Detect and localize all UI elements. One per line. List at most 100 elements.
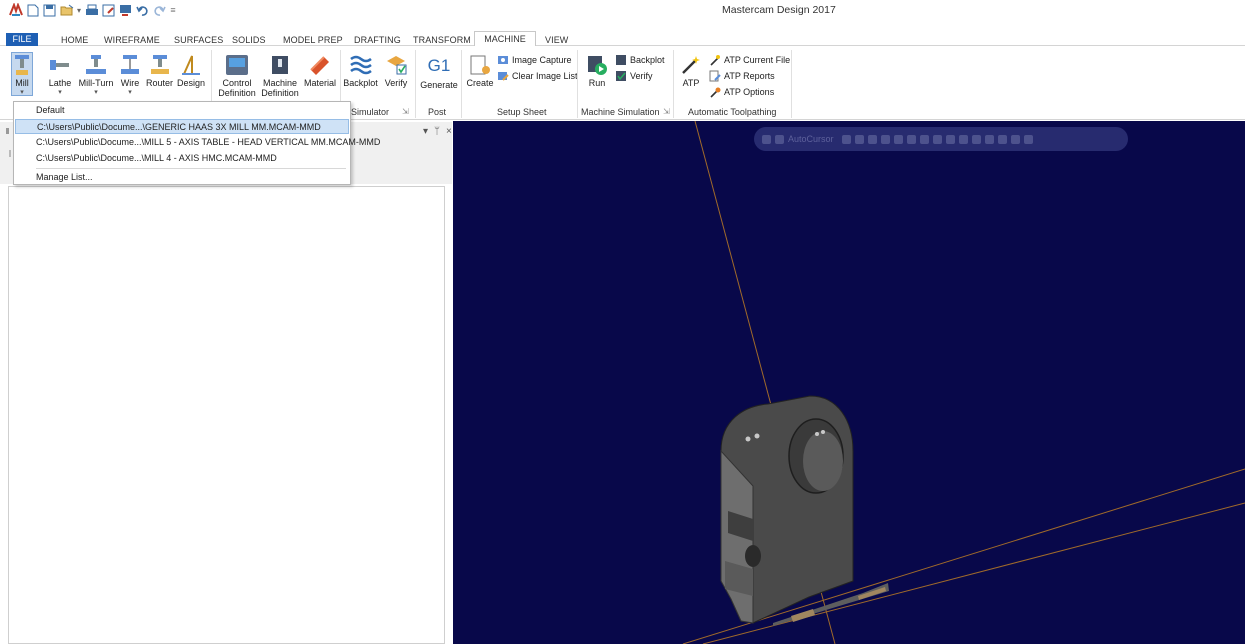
atp-button[interactable]: ATP [680, 54, 702, 88]
close-icon[interactable]: × [446, 126, 452, 137]
unselect-icon[interactable] [1023, 134, 1033, 144]
chain-icon[interactable] [893, 134, 903, 144]
tab-surfaces[interactable]: SURFACES [174, 34, 223, 46]
autocursor-label[interactable]: AutoCursor [788, 134, 834, 144]
tab-machine[interactable]: MACHINE [474, 31, 536, 47]
tab-file[interactable]: FILE [6, 33, 38, 46]
control-definition-button[interactable]: Control Definition [215, 54, 259, 98]
atp-current-file-button[interactable]: ATP Current File [709, 53, 790, 67]
tab-transform[interactable]: TRANSFORM [413, 34, 471, 46]
machine-definition-button[interactable]: Machine Definition [257, 54, 303, 98]
mill-icon [15, 55, 29, 75]
verify-button[interactable]: Verify [382, 54, 410, 88]
verify-icon [387, 56, 407, 75]
screen-icon[interactable] [118, 3, 133, 18]
dropdown-item-generic-haas[interactable]: C:\Users\Public\Docume...\GENERIC HAAS 3… [15, 119, 349, 134]
create-icon [470, 55, 490, 75]
tab-view[interactable]: VIEW [545, 34, 568, 46]
router-icon [150, 55, 169, 74]
autocursor-toolbar[interactable]: AutoCursor [754, 127, 1128, 151]
dropdown-item-mill-5-axis[interactable]: C:\Users\Public\Docume...\MILL 5 - AXIS … [15, 135, 380, 150]
dialog-launcher-icon[interactable]: ⇲ [402, 107, 409, 116]
clear-image-list-button[interactable]: Clear Image List [497, 69, 578, 83]
dropdown-separator [36, 168, 346, 169]
snap-icon[interactable] [841, 134, 851, 144]
dropdown-item-default[interactable]: Default [15, 103, 349, 118]
title-bar: ▾ ≡ Mastercam Design 2017 [0, 0, 1245, 20]
ribbon-tabs: FILE HOME WIREFRAME SURFACES SOLIDS MODE… [0, 20, 1245, 47]
machine-backplot-icon [616, 55, 626, 65]
machine-definition-icon [272, 56, 288, 74]
wire-icon [121, 55, 139, 74]
chevron-down-icon: ▾ [128, 89, 132, 96]
redo-icon[interactable] [152, 3, 167, 18]
cursor-icon[interactable] [775, 134, 784, 144]
pane-menu-icon[interactable]: ▾ [423, 126, 428, 137]
material-button[interactable]: Material [302, 54, 338, 88]
atp-options-button[interactable]: ATP Options [709, 85, 774, 99]
filter-icon[interactable] [958, 134, 968, 144]
select-icon[interactable] [880, 134, 890, 144]
atp-group-label: Automatic Toolpathing [688, 107, 777, 117]
create-setup-sheet-button[interactable]: Create [465, 54, 495, 88]
save-icon[interactable] [42, 3, 57, 18]
refresh-icon[interactable] [1010, 134, 1020, 144]
tab-wireframe[interactable]: WIREFRAME [104, 34, 160, 46]
solid-select-icon[interactable] [945, 134, 955, 144]
machine-sim-backplot-button[interactable]: Backplot [615, 53, 665, 67]
backplot-button[interactable]: Backplot [343, 54, 378, 88]
post-group-label: Post [428, 107, 447, 117]
atp-reports-button[interactable]: ATP Reports [709, 69, 775, 83]
viewport-canvas[interactable] [453, 121, 1245, 644]
design-button[interactable]: Design [176, 54, 206, 88]
window-select-icon[interactable] [906, 134, 916, 144]
control-definition-icon [226, 55, 248, 75]
graphics-viewport[interactable] [453, 121, 1245, 644]
group-separator [673, 50, 674, 118]
save-as-icon[interactable] [101, 3, 116, 18]
image-capture-button[interactable]: Image Capture [497, 53, 572, 67]
group-icon[interactable] [997, 134, 1007, 144]
vector-select-icon[interactable] [932, 134, 942, 144]
level-icon[interactable] [984, 134, 994, 144]
mill-button[interactable]: Mill ▾ [12, 54, 32, 98]
grid-icon[interactable] [971, 134, 981, 144]
atp-options-icon [710, 87, 721, 98]
print-icon[interactable] [84, 3, 99, 18]
lathe-icon [50, 60, 69, 70]
undo-icon[interactable] [135, 3, 150, 18]
tab-model-prep[interactable]: MODEL PREP [283, 34, 343, 46]
tab-home[interactable]: HOME [61, 34, 88, 46]
dialog-launcher-icon[interactable]: ⇲ [663, 107, 670, 116]
quick-access-toolbar: ▾ ≡ [8, 2, 177, 18]
lathe-button[interactable]: Lathe ▾ [45, 54, 75, 98]
open-icon[interactable] [59, 3, 74, 18]
lock-icon[interactable] [762, 134, 771, 144]
atp-current-file-icon [710, 55, 720, 66]
pane-splitter-dot [9, 150, 11, 157]
point-icon[interactable] [854, 134, 864, 144]
pin-icon[interactable]: ᛘ [434, 126, 440, 137]
mill-turn-icon [86, 55, 106, 74]
dropdown-item-manage-list[interactable]: Manage List... [15, 170, 349, 185]
polygon-select-icon[interactable] [919, 134, 929, 144]
dropdown-arrow-icon[interactable]: ▾ [76, 3, 82, 18]
pane-splitter[interactable] [6, 128, 9, 134]
mill-turn-button[interactable]: Mill-Turn ▾ [76, 54, 116, 98]
new-icon[interactable] [25, 3, 40, 18]
part-model[interactable] [720, 395, 889, 626]
gear-icon[interactable] [867, 134, 877, 144]
wire-button[interactable]: Wire ▾ [117, 54, 143, 98]
tab-solids[interactable]: SOLIDS [232, 34, 266, 46]
run-button[interactable]: Run [585, 54, 609, 88]
customize-icon[interactable]: ≡ [169, 3, 177, 18]
design-icon [182, 55, 200, 75]
tab-drafting[interactable]: DRAFTING [354, 34, 401, 46]
mastercam-logo-icon[interactable] [8, 3, 23, 18]
machine-sim-verify-button[interactable]: Verify [615, 69, 653, 83]
run-icon [588, 56, 607, 75]
router-button[interactable]: Router [144, 54, 175, 88]
dropdown-item-mill-4-axis[interactable]: C:\Users\Public\Docume...\MILL 4 - AXIS … [15, 151, 349, 166]
operations-manager-pane[interactable] [8, 186, 445, 644]
generate-button[interactable]: G1 Generate [419, 54, 459, 90]
